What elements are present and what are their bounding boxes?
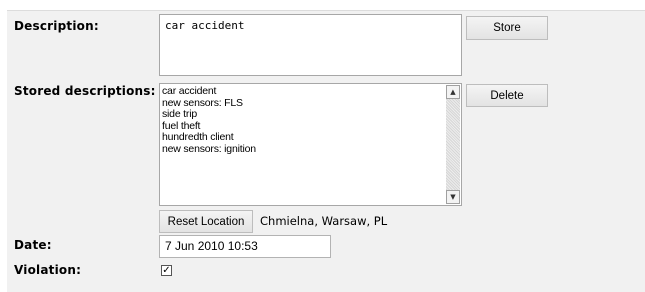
- scroll-up-icon[interactable]: ▲: [446, 85, 460, 99]
- check-icon: ✓: [162, 264, 171, 276]
- reset-location-button[interactable]: Reset Location: [159, 210, 253, 233]
- description-label: Description:: [14, 19, 99, 33]
- violation-checkbox[interactable]: ✓: [161, 265, 172, 276]
- list-item[interactable]: new sensors: FLS: [162, 97, 442, 110]
- list-item[interactable]: hundredth client: [162, 131, 442, 144]
- location-text: Chmielna, Warsaw, PL: [260, 214, 388, 228]
- store-button[interactable]: Store: [466, 16, 548, 40]
- stored-descriptions-list[interactable]: car accident new sensors: FLS side trip …: [159, 83, 462, 206]
- list-scrollbar[interactable]: ▲ ▼: [446, 85, 460, 204]
- description-textarea[interactable]: car accident: [159, 14, 462, 76]
- scroll-down-icon[interactable]: ▼: [446, 190, 460, 204]
- stored-descriptions-label: Stored descriptions:: [14, 84, 156, 98]
- date-label: Date:: [14, 238, 52, 252]
- delete-button[interactable]: Delete: [466, 84, 548, 107]
- violation-label: Violation:: [14, 263, 82, 277]
- list-item[interactable]: side trip: [162, 108, 442, 121]
- date-input[interactable]: 7 Jun 2010 10:53: [159, 235, 331, 258]
- list-item[interactable]: new sensors: ignition: [162, 143, 442, 156]
- stored-descriptions-items: car accident new sensors: FLS side trip …: [162, 85, 442, 156]
- list-item[interactable]: car accident: [162, 85, 442, 98]
